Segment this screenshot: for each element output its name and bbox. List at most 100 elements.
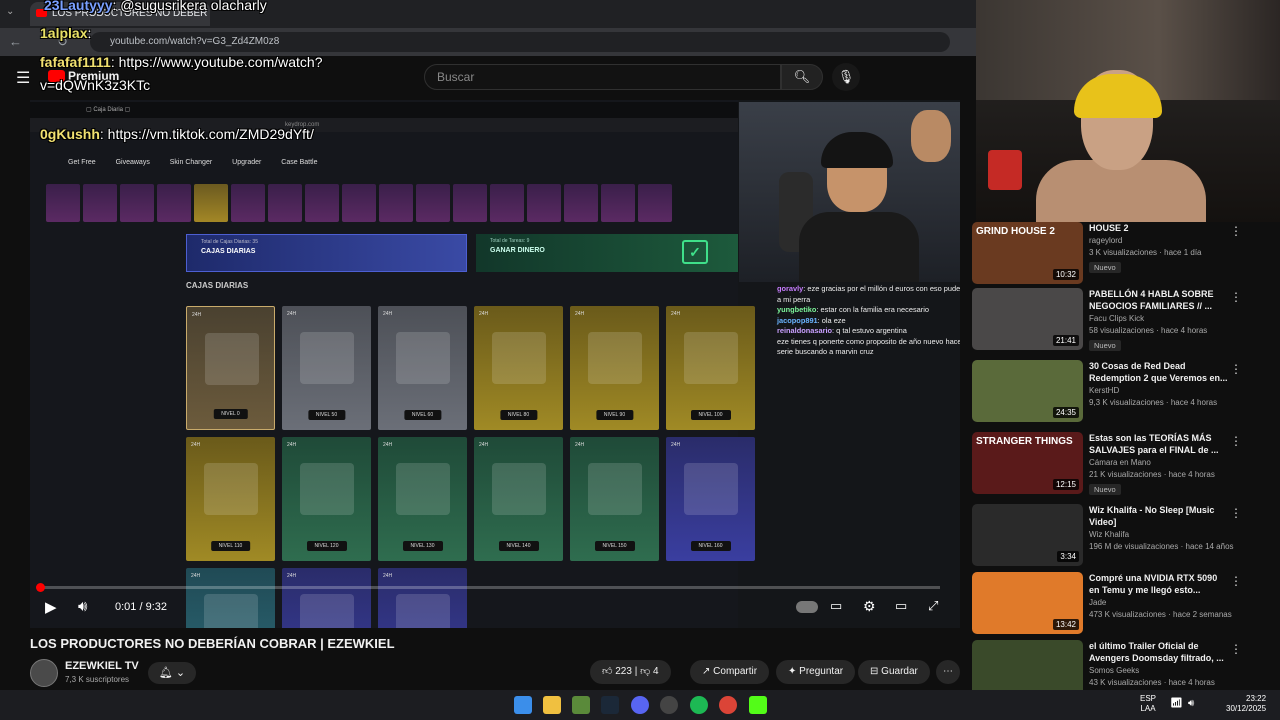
search-input[interactable]: Buscar [424,64,781,90]
earn-money-banner: Total de Tareas: 9 GANAR DINERO ✓ [476,234,738,272]
notifications-button[interactable]: 🔔︎ ⌄ [148,662,196,684]
save-button[interactable]: ⊟ Guardar [858,660,930,684]
more-options-icon[interactable]: ⋮ [1230,434,1242,448]
search-button[interactable]: 🔍︎ [781,64,823,90]
theater-button[interactable]: ▭ [895,598,907,614]
video-duration: 12:15 [1052,479,1079,490]
recommended-video[interactable]: 24:35 30 Cosas de Red Dead Redemption 2 q… [972,360,1272,426]
autoplay-toggle[interactable] [796,601,818,613]
url-field[interactable]: youtube.com/watch?v=G3_Zd4ZM0z8 [90,32,950,52]
more-actions-button[interactable]: ⋯ [936,660,960,684]
channel-name[interactable]: KerstHD [1089,386,1119,395]
chat-message: : @sugusrikera [112,0,207,13]
more-options-icon[interactable]: ⋮ [1230,224,1242,238]
video-title[interactable]: PABELLÓN 4 HABLA SOBRE NEGOCIOS FAMILIAR… [1089,288,1229,312]
menu-icon[interactable]: ☰ [16,68,30,88]
timer-tag: 24H [287,442,297,448]
language-indicator[interactable]: ESP LAA [1140,694,1156,714]
video-thumbnail[interactable]: 24:35 [972,360,1083,422]
recommended-video[interactable]: GRIND HOUSE 2 10:32 HOUSE 2 rageylord 3 K vi… [972,222,1272,288]
channel-name[interactable]: Wiz Khalifa [1089,530,1129,539]
video-thumbnail[interactable]: 13:42 [972,572,1083,634]
recommended-video[interactable]: STRANGER THINGS 12:15 Estas son las TEORÍA… [972,432,1272,498]
subtitles-button[interactable]: ▭ [830,598,842,614]
video-player[interactable]: ▢ Caja Diaria ▢ keydrop.com Get Free Giv… [30,100,960,628]
progress-bar[interactable] [40,586,940,589]
case-level: NIVEL 60 [403,410,442,420]
twitch-chat-message: yungbetiko: estar con la familia era nec… [777,305,960,316]
steam-icon[interactable] [601,696,619,714]
video-title[interactable]: Compré una NVIDIA RTX 5090 en Temu y me … [1089,572,1229,596]
timer-tag: 24H [383,573,393,579]
channel-name[interactable]: rageylord [1089,236,1122,245]
recommended-video[interactable]: 13:42 Compré una NVIDIA RTX 5090 en Temu … [972,572,1272,638]
daily-case-card: 24H [378,568,467,628]
new-badge: Nuevo [1089,484,1121,495]
webcam-overlay [976,0,1280,222]
channel-name[interactable]: Facu Clips Kick [1089,314,1144,323]
back-icon[interactable]: ← [9,34,22,49]
video-meta: 58 visualizaciones · hace 4 horas [1089,326,1208,335]
timer-tag: 24H [479,311,489,317]
twitch-chat-message: goravly: eze gracias por el millón d eur… [777,284,960,305]
more-options-icon[interactable]: ⋮ [1230,506,1242,520]
video-meta: 196 M de visualizaciones · hace 14 años [1089,542,1234,551]
more-options-icon[interactable]: ⋮ [1230,290,1242,304]
minecraft-icon[interactable] [572,696,590,714]
settings-button[interactable]: ⚙ [863,598,876,615]
skin-item [379,184,413,222]
like-button[interactable]: 👍︎ 223 | 👎︎ 4 [590,660,671,684]
video-title[interactable]: Wiz Khalifa - No Sleep [Music Video] [1089,504,1229,528]
play-button[interactable]: ▶ [45,598,57,616]
case-level: NIVEL 150 [594,541,635,551]
daily-case-card: 24H NIVEL 130 [378,437,467,561]
video-title[interactable]: HOUSE 2 [1089,222,1229,234]
video-content-casesite: ▢ Caja Diaria ▢ keydrop.com Get Free Giv… [30,100,755,628]
network-icon[interactable]: 📶︎ [1170,698,1183,709]
chat-user: fafafaf1111 [40,54,111,70]
thumbnail-text: STRANGER THINGS [976,436,1073,447]
ask-button[interactable]: ✦ Preguntar [776,660,856,684]
recommended-video[interactable]: 3:34 Wiz Khalifa - No Sleep [Music Video]… [972,504,1272,570]
channel-name[interactable]: Cámara en Mano [1089,458,1151,467]
video-title[interactable]: Estas son las TEORÍAS MÁS SALVAJES para … [1089,432,1229,456]
channel-name[interactable]: EZEWKIEL TV [65,660,139,672]
voice-search-button[interactable]: 🎙︎ [832,63,860,91]
video-title[interactable]: el último Trailer Oficial de Avengers Do… [1089,640,1229,664]
channel-name[interactable]: Somos Geeks [1089,666,1139,675]
video-title[interactable]: 30 Cosas de Red Dead Redemption 2 que Ve… [1089,360,1229,384]
volume-tray-icon[interactable]: 🔊︎ [1188,698,1194,709]
video-thumbnail[interactable]: STRANGER THINGS 12:15 [972,432,1083,494]
windows-start-icon[interactable] [514,696,532,714]
kick-icon[interactable] [749,696,767,714]
skin-item [83,184,117,222]
video-thumbnail[interactable]: 21:41 [972,288,1083,350]
video-thumbnail[interactable]: 3:34 [972,504,1083,566]
obs-icon[interactable] [660,696,678,714]
volume-button[interactable]: 🔊︎ [78,598,87,615]
skin-item [638,184,672,222]
more-options-icon[interactable]: ⋮ [1230,362,1242,376]
chrome-icon[interactable] [719,696,737,714]
cases-grid: 24H NIVEL 0 24H NIVEL 50 24H NIVEL 60 24H NIVEL… [186,306,758,628]
video-duration: 10:32 [1052,269,1079,280]
share-button[interactable]: ↗ Compartir [690,660,770,684]
site-nav-item: Case Battle [281,159,318,166]
stream-chat-line: 23Lautyyy: @sugusrikera olacharly [44,0,267,13]
progress-scrubber[interactable] [36,583,45,592]
channel-avatar[interactable] [30,659,58,687]
fullscreen-button[interactable]: ⤢ [928,598,938,614]
file-explorer-icon[interactable] [543,696,561,714]
spotify-icon[interactable] [690,696,708,714]
more-options-icon[interactable]: ⋮ [1230,574,1242,588]
discord-icon[interactable] [631,696,649,714]
more-options-icon[interactable]: ⋮ [1230,642,1242,656]
tab-list-icon[interactable]: ⌄ [6,6,14,17]
skin-item [601,184,635,222]
chat-user: 23Lautyyy [44,0,113,13]
recommended-video[interactable]: 21:41 PABELLÓN 4 HABLA SOBRE NEGOCIOS FAM… [972,288,1272,354]
system-clock[interactable]: 23:22 30/12/2025 [1226,694,1266,714]
channel-name[interactable]: Jade [1089,598,1106,607]
case-image [300,594,354,628]
video-thumbnail[interactable]: GRIND HOUSE 2 10:32 [972,222,1083,284]
